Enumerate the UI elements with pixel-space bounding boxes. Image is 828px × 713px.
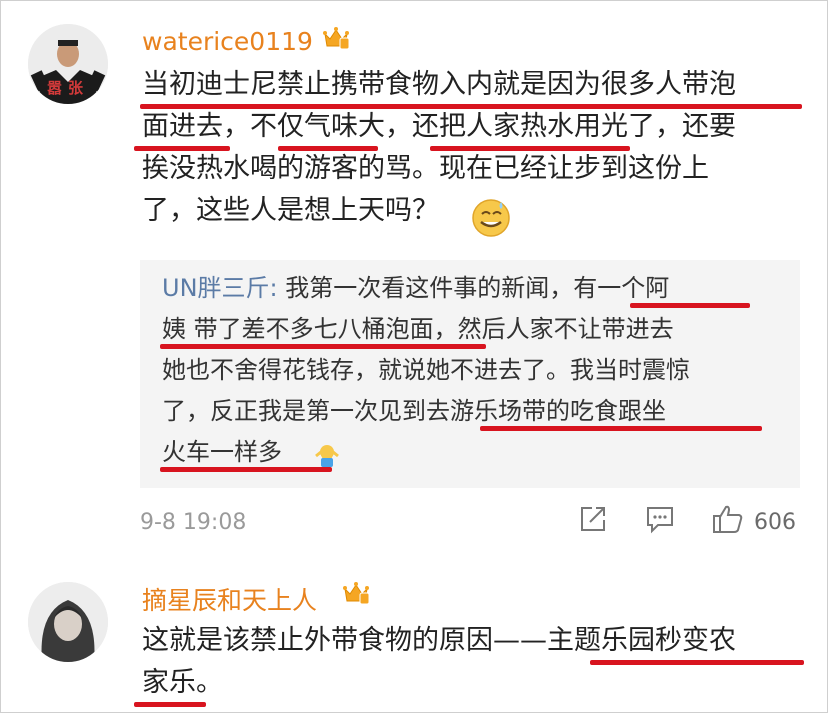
highlight-underline — [134, 146, 230, 151]
highlight-underline — [430, 146, 630, 151]
reply-line: UN胖三斤: 我第一次看这件事的新闻，有一个阿 — [162, 268, 669, 309]
avatar-photo — [28, 582, 108, 662]
reply-username[interactable]: UN胖三斤: — [162, 274, 278, 302]
comment-username[interactable]: 摘星辰和天上人 — [142, 581, 317, 617]
highlight-underline — [480, 426, 762, 431]
reply-quote[interactable]: UN胖三斤: 我第一次看这件事的新闻，有一个阿 姨 带了差不多七八桶泡面，然后人… — [140, 260, 800, 488]
vip-crown-icon — [343, 582, 370, 605]
comment-line: 面进去，不仅气味大，还把人家热水用光了，还要 — [142, 111, 736, 142]
comment-line: 当初迪士尼禁止携带食物入内就是因为很多人带泡 — [142, 69, 736, 100]
highlight-underline — [140, 104, 802, 109]
avatar-caption: 嚣张 — [46, 79, 89, 97]
comment-line: 了，这些人是想上天吗？ — [142, 195, 439, 226]
share-icon[interactable] — [578, 504, 608, 534]
comment-line: 挨没热水喝的游客的骂。现在已经让步到这份上 — [142, 153, 709, 184]
comment-icon[interactable] — [645, 504, 675, 534]
avatar[interactable] — [28, 582, 108, 662]
comment-line: 这就是该禁止外带食物的原因——主题乐园秒变农 — [142, 625, 736, 656]
shrug-emoji — [315, 445, 339, 467]
reply-line-text: 我第一次看这件事的新闻，有一个阿 — [277, 274, 670, 302]
highlight-underline — [134, 702, 206, 707]
highlight-underline — [160, 467, 332, 472]
highlight-underline — [590, 660, 804, 665]
highlight-underline — [160, 344, 486, 349]
comment-line: 家乐。 — [142, 667, 223, 698]
like-count: 606 — [754, 510, 796, 535]
highlight-underline — [630, 303, 750, 308]
reply-line: 她也不舍得花钱存，就说她不进去了。我当时震惊 — [162, 356, 690, 384]
vip-crown-icon — [323, 27, 350, 50]
comment-username[interactable]: waterice0119 — [142, 27, 313, 56]
thumbs-up-icon[interactable] — [712, 503, 744, 535]
comment-timestamp: 9-8 19:08 — [140, 510, 247, 535]
avatar[interactable]: 嚣张 — [28, 24, 108, 104]
sweat-smile-emoji — [472, 199, 510, 237]
highlight-underline — [278, 146, 378, 151]
